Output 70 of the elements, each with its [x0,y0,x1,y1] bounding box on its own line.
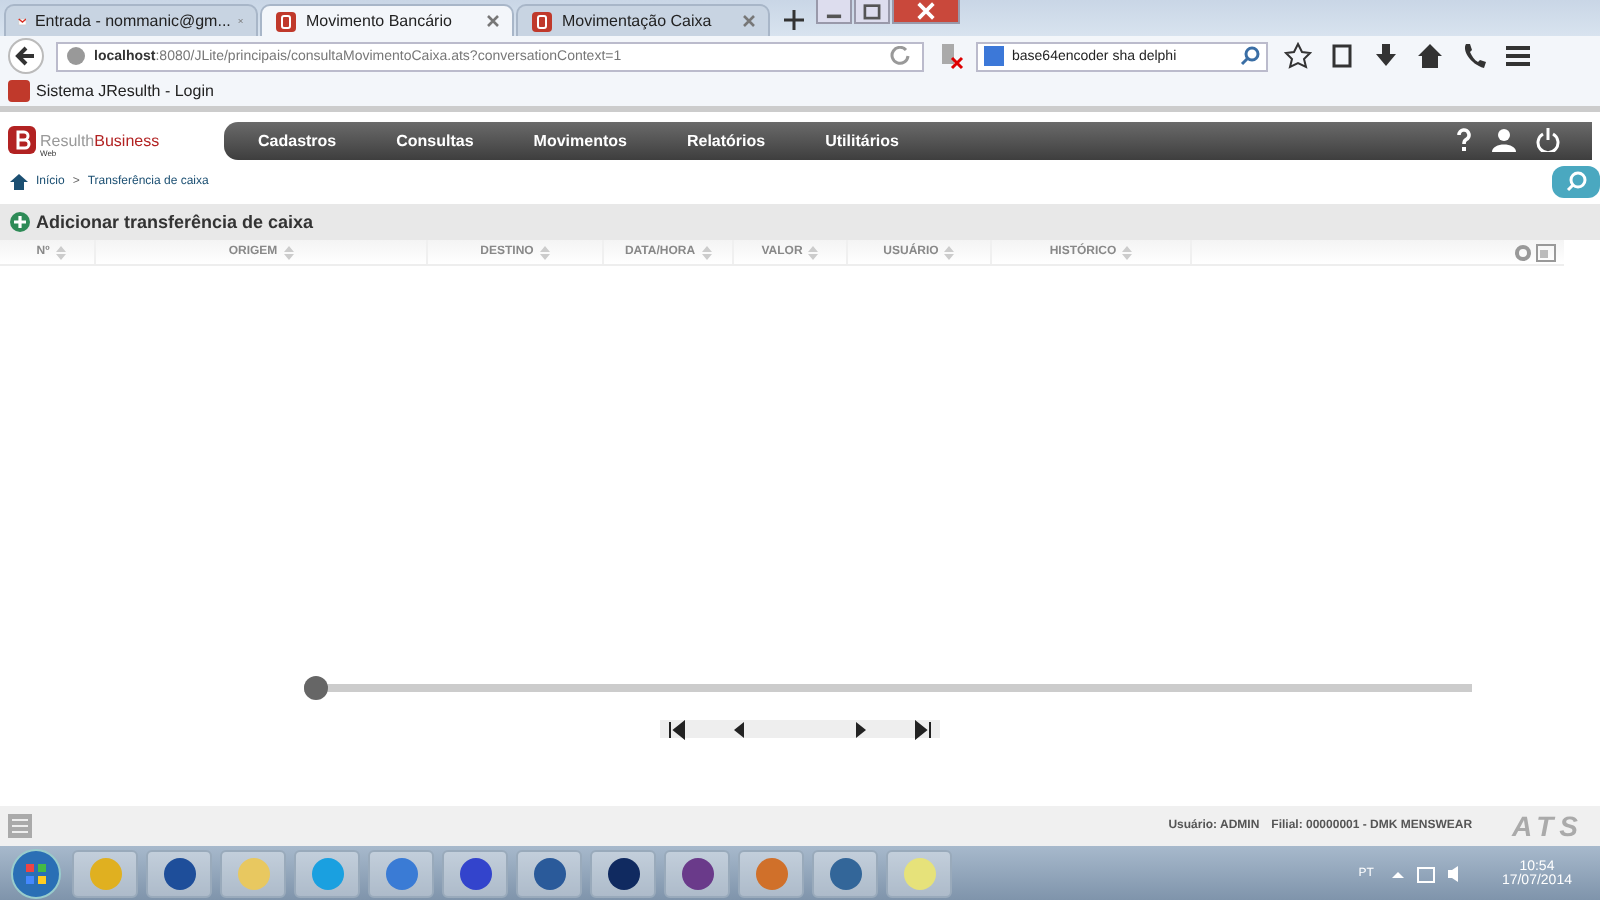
sort-icon [539,245,550,259]
menu-item[interactable]: Cadastros [258,131,337,149]
blocked-plugin-icon[interactable] [936,42,964,70]
app-icon [87,855,123,891]
sort-icon [55,245,66,259]
slider-thumb[interactable] [304,676,328,700]
taskbar-button[interactable] [812,849,878,897]
menu-item[interactable]: Utilitários [825,131,899,149]
app-icon [531,855,567,891]
app-icon [827,855,863,891]
app-icon [679,855,715,891]
taskbar-button[interactable] [516,849,582,897]
menu-item[interactable]: Consultas [396,131,474,149]
app-icon [235,855,271,891]
close-icon[interactable] [742,14,756,28]
browser-tab[interactable]: Entrada - nommanic@gm... [4,4,258,36]
sort-icon [283,245,294,259]
close-icon[interactable] [892,0,960,24]
app-icon [901,855,937,891]
browser-tab[interactable]: Movimento Bancário [260,4,514,36]
app-icon [605,855,641,891]
star-icon[interactable] [1284,42,1312,70]
app-logo-icon [8,80,30,102]
tab-title: Movimentação Caixa [562,12,714,30]
sort-icon [701,245,712,259]
search-icon[interactable] [1240,46,1260,66]
clipboard-icon[interactable] [1328,42,1356,70]
browser-tab[interactable]: Movimentação Caixa [516,4,770,36]
reload-icon[interactable] [890,46,914,66]
taskbar-button[interactable] [664,849,730,897]
menu-item[interactable]: Movimentos [533,131,627,149]
user-icon[interactable] [1492,128,1516,152]
search-button[interactable] [1552,166,1600,198]
new-tab-icon[interactable] [784,10,804,30]
tab-title: Movimento Bancário [306,12,454,30]
help-icon[interactable] [1456,128,1472,152]
add-icon[interactable] [10,212,30,232]
menu-icon[interactable] [1504,42,1532,70]
tab-title: Entrada - nommanic@gm... [34,12,231,30]
start-button[interactable] [8,847,64,899]
minimize-icon[interactable] [816,0,852,24]
app-icon [309,855,345,891]
app-logo-icon [530,9,554,33]
power-icon[interactable] [1536,128,1560,152]
app-logo-icon [8,126,36,154]
home-icon[interactable] [1416,42,1444,70]
app-logo-icon [274,9,298,33]
taskbar-button[interactable] [442,849,508,897]
last-page-icon[interactable] [912,719,934,739]
phone-icon[interactable] [1460,42,1488,70]
app-icon [457,855,493,891]
settings-icon[interactable] [1514,243,1532,261]
taskbar-button[interactable] [590,849,656,897]
restore-icon[interactable] [854,0,890,24]
home-icon [10,174,28,190]
taskbar-button[interactable] [146,849,212,897]
bookmark-link[interactable]: Sistema JResulth - Login [36,82,214,100]
menu-item[interactable]: Relatórios [686,131,766,149]
sort-icon [944,245,955,259]
download-icon[interactable] [1372,42,1400,70]
add-transfer-link[interactable]: Adicionar transferência de caixa [36,212,314,232]
sort-icon [1122,245,1133,259]
brand-logo: ATS [1512,810,1584,842]
app-icon [383,855,419,891]
back-icon[interactable] [8,38,44,74]
app-icon [753,855,789,891]
close-icon[interactable] [486,14,500,28]
sort-icon [808,245,819,259]
first-page-icon[interactable] [666,719,688,739]
app-icon [161,855,197,891]
